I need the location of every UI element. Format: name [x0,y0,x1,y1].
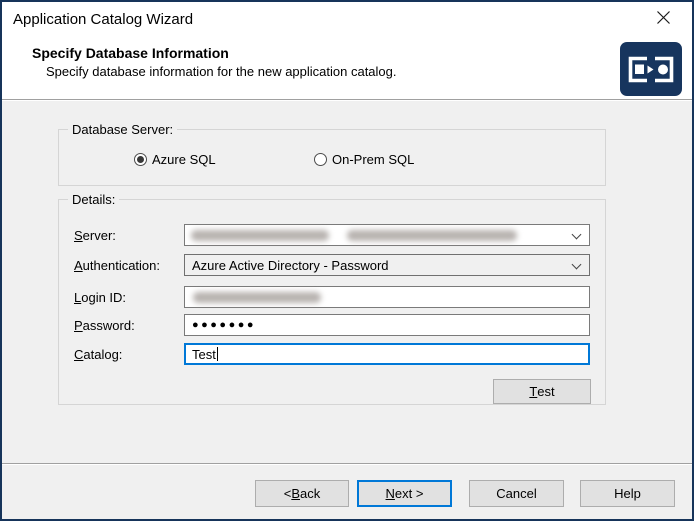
login-id-label: Login ID: [74,290,126,305]
close-button[interactable] [647,5,679,35]
application-catalog-icon [620,42,682,96]
help-button[interactable]: Help [580,480,675,507]
radio-azure-sql-label: Azure SQL [152,152,216,167]
database-server-group-label: Database Server: [68,122,177,137]
server-combobox[interactable] [184,224,590,246]
page-subtitle: Specify database information for the new… [46,64,397,79]
authentication-label: Authentication: [74,258,160,273]
details-group: Details: Server: Authentication: Azure A… [58,199,606,405]
close-icon [656,10,671,30]
page-title: Specify Database Information [32,45,229,61]
details-group-label: Details: [68,192,119,207]
chevron-down-icon [572,230,582,240]
next-button[interactable]: Next > [357,480,452,507]
chevron-down-icon [572,260,582,270]
server-label: Server: [74,228,116,243]
authentication-value: Azure Active Directory - Password [192,258,389,273]
catalog-input[interactable]: Test [184,343,590,365]
password-input[interactable]: ●●●●●●● [184,314,590,336]
dialog-window: Application Catalog Wizard Specify Datab… [0,0,694,521]
back-button[interactable]: < Back [255,480,349,507]
password-label: Password: [74,318,135,333]
database-server-group: Database Server: Azure SQL On-Prem SQL [58,129,606,186]
window-title: Application Catalog Wizard [13,11,193,28]
catalog-label: Catalog: [74,347,122,362]
test-button[interactable]: Test [493,379,591,404]
password-masked-value: ●●●●●●● [192,314,256,336]
text-caret [217,347,218,361]
login-id-input[interactable] [184,286,590,308]
redacted-text [191,230,329,241]
cancel-button[interactable]: Cancel [469,480,564,507]
footer-divider [2,463,692,465]
redacted-text [347,230,517,241]
radio-selected-icon [134,153,147,166]
catalog-value: Test [192,347,216,362]
radio-on-prem-sql[interactable]: On-Prem SQL [314,151,414,167]
titlebar[interactable]: Application Catalog Wizard [2,2,692,38]
radio-unselected-icon [314,153,327,166]
authentication-combobox[interactable]: Azure Active Directory - Password [184,254,590,276]
radio-on-prem-sql-label: On-Prem SQL [332,152,414,167]
radio-azure-sql[interactable]: Azure SQL [134,151,216,167]
header-panel: Application Catalog Wizard Specify Datab… [2,2,692,99]
header-divider [2,99,692,101]
redacted-text [193,292,321,303]
